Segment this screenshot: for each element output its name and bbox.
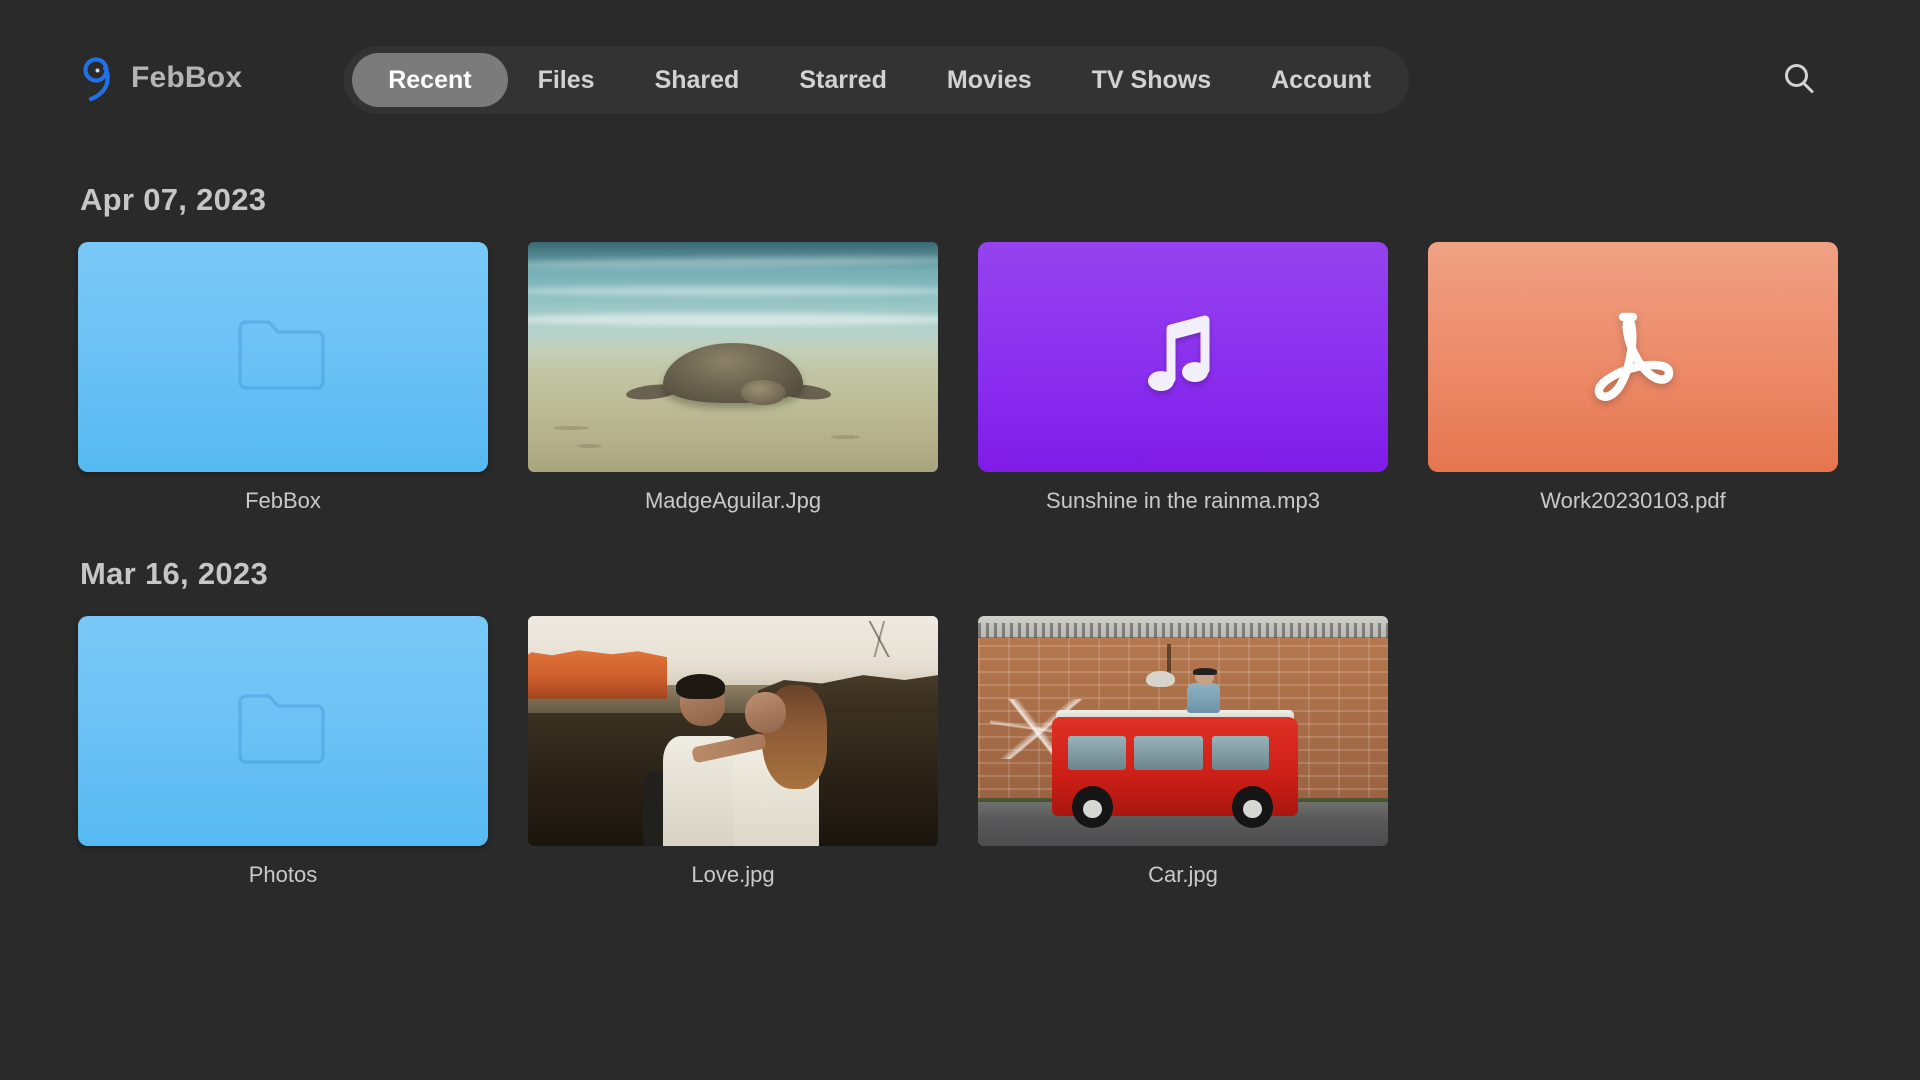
febbox-logo-icon [78,55,118,101]
file-grid: Photos [78,616,1842,888]
file-name: Sunshine in the rainma.mp3 [978,488,1388,514]
file-name: FebBox [78,488,488,514]
nav-item-starred[interactable]: Starred [769,53,917,107]
file-browser: Apr 07, 2023 FebBox [0,182,1920,888]
date-group: Apr 07, 2023 FebBox [78,182,1842,514]
image-thumbnail-redvan [978,616,1388,846]
file-name: Car.jpg [978,862,1388,888]
file-thumbnail[interactable] [78,616,488,846]
file-tile-folder[interactable]: FebBox [78,242,488,514]
file-tile-image[interactable]: Car.jpg [978,616,1388,888]
top-bar: FebBox Recent Files Shared Starred Movie… [0,0,1920,160]
file-tile-image[interactable]: MadgeAguilar.Jpg [528,242,938,514]
file-tile-image[interactable]: Love.jpg [528,616,938,888]
folder-icon [237,318,329,397]
file-name: Photos [78,862,488,888]
date-group: Mar 16, 2023 Photos [78,556,1842,888]
file-grid: FebBox MadgeAguilar.Jpg [78,242,1842,514]
pdf-acrobat-icon [1579,303,1687,412]
file-thumbnail[interactable] [528,242,938,472]
date-heading: Apr 07, 2023 [80,182,1842,218]
nav-item-shared[interactable]: Shared [625,53,770,107]
search-icon [1781,60,1817,101]
nav-item-files[interactable]: Files [508,53,625,107]
brand[interactable]: FebBox [78,55,242,101]
brand-name: FebBox [131,61,242,95]
file-tile-folder[interactable]: Photos [78,616,488,888]
file-name: Love.jpg [528,862,938,888]
image-thumbnail-couple [528,616,938,846]
image-thumbnail-turtle [528,242,938,472]
music-note-icon [1131,303,1235,412]
date-heading: Mar 16, 2023 [80,556,1842,592]
main-nav: Recent Files Shared Starred Movies TV Sh… [344,46,1409,114]
file-name: MadgeAguilar.Jpg [528,488,938,514]
folder-icon [237,692,329,771]
file-tile-audio[interactable]: Sunshine in the rainma.mp3 [978,242,1388,514]
file-thumbnail[interactable] [1428,242,1838,472]
file-thumbnail[interactable] [978,616,1388,846]
nav-item-account[interactable]: Account [1241,53,1401,107]
file-thumbnail[interactable] [528,616,938,846]
file-name: Work20230103.pdf [1428,488,1838,514]
nav-item-tv-shows[interactable]: TV Shows [1062,53,1241,107]
search-button[interactable] [1772,53,1826,107]
file-tile-pdf[interactable]: Work20230103.pdf [1428,242,1838,514]
nav-item-recent[interactable]: Recent [352,53,507,107]
nav-item-movies[interactable]: Movies [917,53,1062,107]
file-thumbnail[interactable] [978,242,1388,472]
file-thumbnail[interactable] [78,242,488,472]
